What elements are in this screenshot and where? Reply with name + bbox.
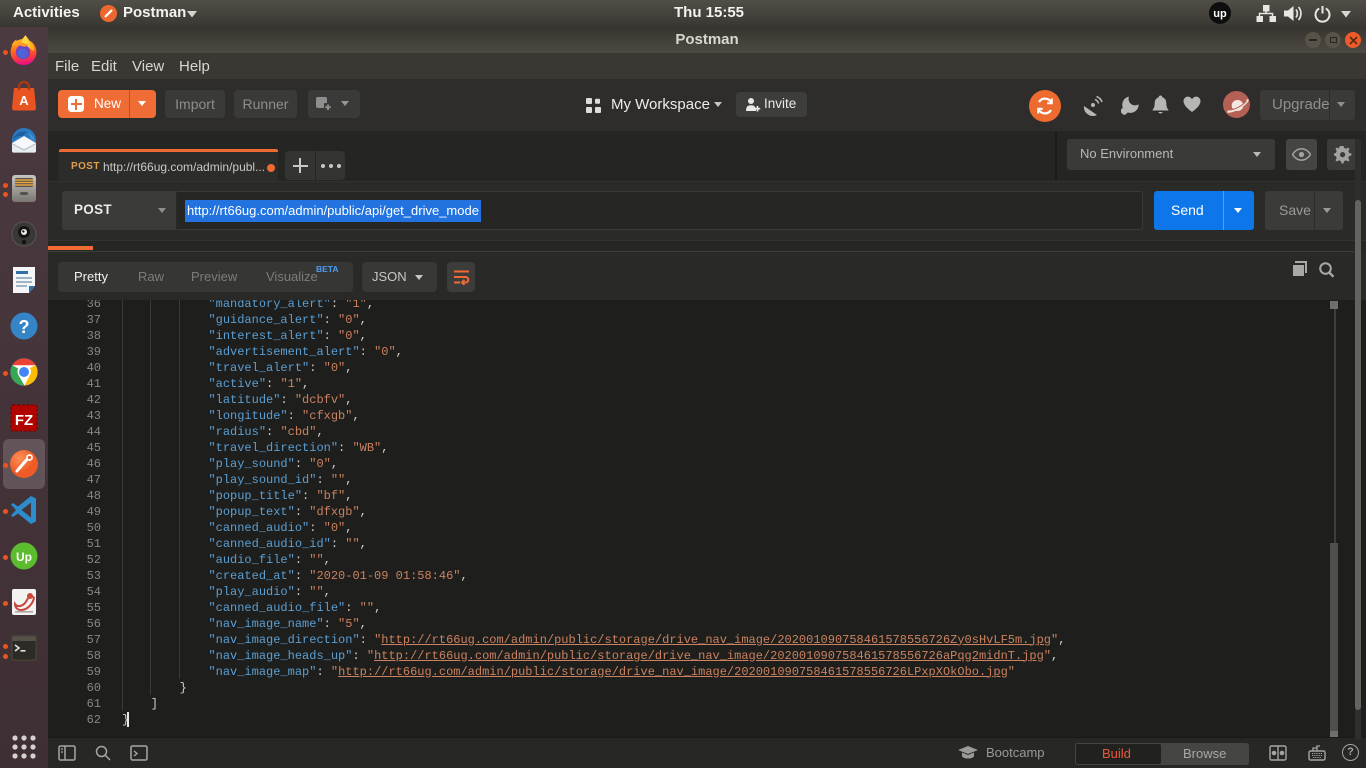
svg-text:Up: Up	[16, 550, 32, 564]
svg-text:up: up	[1213, 8, 1227, 20]
svg-text:FZ: FZ	[15, 412, 33, 429]
svg-text:A: A	[19, 93, 29, 108]
svg-text:?: ?	[19, 317, 30, 337]
